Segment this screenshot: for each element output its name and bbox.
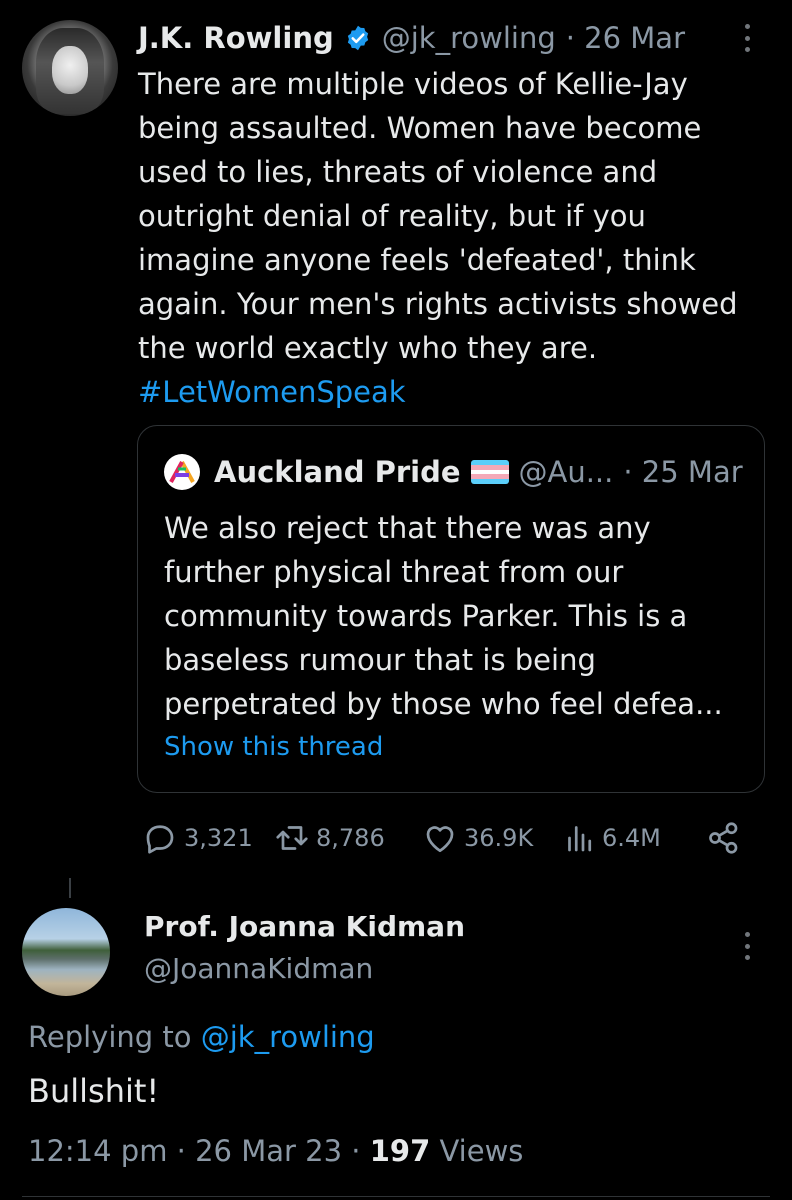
quoted-tweet-header: Auckland Pride @Au... · 25 Mar [164,454,743,490]
heart-icon [426,826,454,853]
tweet-text: There are multiple videos of Kellie-Jay … [138,62,768,414]
retweet-count: 8,786 [316,824,385,852]
retweet-icon [276,826,308,850]
like-button[interactable]: 36.9K [420,818,533,858]
replying-to-mention[interactable]: @jk_rowling [201,1020,375,1054]
author-handle[interactable]: @jk_rowling [382,21,556,55]
divider [22,1196,770,1197]
author-name[interactable]: J.K. Rowling [138,21,334,55]
more-options-icon[interactable] [742,24,752,52]
auckland-pride-logo-icon[interactable] [164,454,200,490]
replying-to: Replying to @jk_rowling [28,1020,375,1054]
reply-text: Bullshit! [28,1072,160,1110]
views-count: 6.4M [602,824,661,852]
quoted-tweet-date[interactable]: · 25 Mar [623,455,742,489]
reply-metadata: 12:14 pm · 26 Mar 23 · 197 Views [28,1134,523,1168]
reply-icon [146,825,174,854]
replying-prefix: Replying to [28,1020,192,1054]
avatar-face [52,46,88,94]
quoted-tweet[interactable]: Auckland Pride @Au... · 25 Mar We also r… [137,425,765,793]
tweet-body: There are multiple videos of Kellie-Jay … [138,67,738,365]
pride-a-icon [169,461,195,483]
reply-views-count: 197 [369,1134,431,1168]
views-button[interactable]: 6.4M [562,818,661,858]
quoted-tweet-text: We also reject that there was any furthe… [164,511,723,721]
show-thread-link[interactable]: Show this thread [164,732,383,762]
thread-connector-line [69,878,71,898]
reply-author-name[interactable]: Prof. Joanna Kidman [144,910,465,943]
avatar-jk-rowling[interactable] [22,20,118,116]
tweet-header: J.K. Rowling @jk_rowling · 26 Mar [138,18,685,58]
quoted-author-name[interactable]: Auckland Pride [214,455,461,489]
verified-badge-icon [347,25,368,51]
reply-count: 3,321 [184,824,253,852]
hashtag-link[interactable]: #LetWomenSpeak [138,375,406,409]
like-count: 36.9K [464,824,534,852]
views-chart-icon [568,826,592,852]
transgender-flag-icon [470,460,509,484]
share-button[interactable] [706,818,746,858]
avatar-joanna-kidman[interactable] [22,908,110,996]
tweet-date[interactable]: · 26 Mar [566,21,685,55]
reply-author-handle[interactable]: @JoannaKidman [144,952,373,985]
reply-timestamp[interactable]: 12:14 pm · 26 Mar 23 · [28,1134,370,1168]
tweet-actions: 3,321 8,786 36.9K 6.4M [140,818,750,858]
reply-button[interactable]: 3,321 [140,818,253,858]
quoted-author-handle[interactable]: @Au... [519,455,614,489]
reply-views-label: Views [430,1134,524,1168]
share-icon [709,822,738,854]
retweet-button[interactable]: 8,786 [272,818,385,858]
reply-more-options-icon[interactable] [742,932,752,960]
